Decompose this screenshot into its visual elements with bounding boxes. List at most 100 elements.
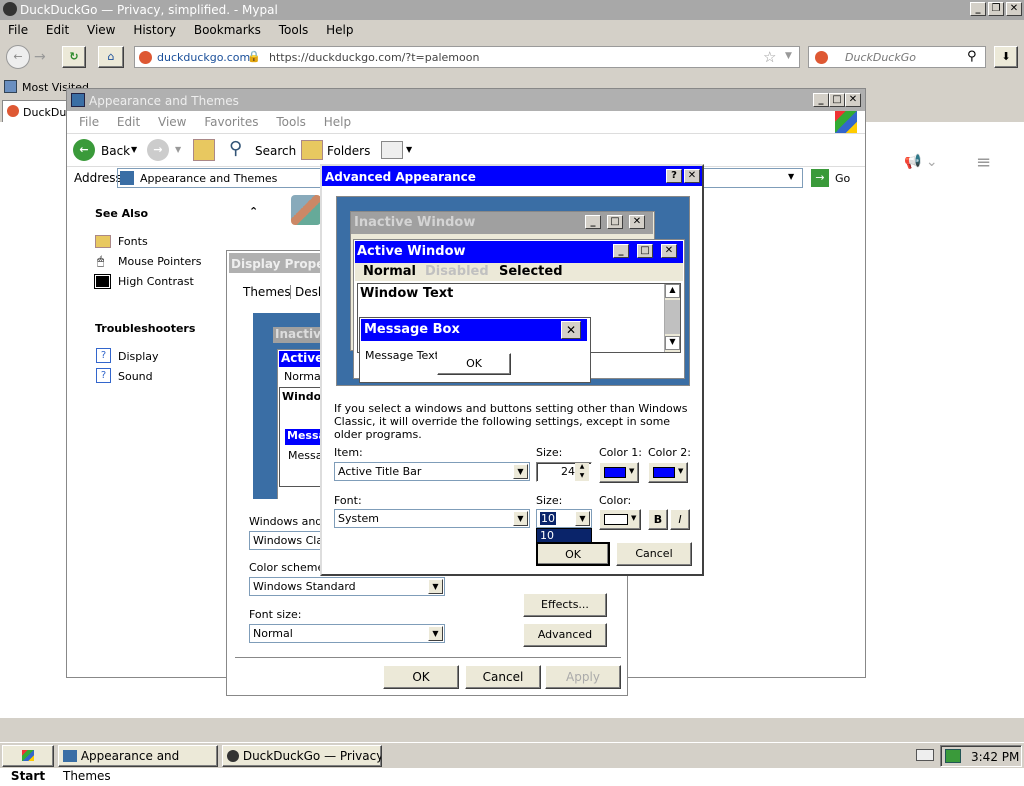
aa-close-button[interactable]: ✕ <box>684 169 700 183</box>
taskbar: Start Appearance and Themes DuckDuckGo —… <box>0 742 1024 783</box>
dp-cancel-label: Cancel <box>482 670 524 684</box>
hamburger-menu-icon[interactable]: ≡ <box>976 152 991 173</box>
cp-back-icon[interactable]: ← <box>73 139 95 161</box>
cp-menu-tools[interactable]: Tools <box>276 115 306 129</box>
url-dropdown-icon[interactable]: ▼ <box>785 51 792 61</box>
cp-address-dropdown-icon[interactable]: ▼ <box>788 172 794 181</box>
close-button[interactable]: ✕ <box>1006 2 1022 16</box>
preview-msg-ok-label: OK <box>466 357 482 370</box>
cp-menu-view[interactable]: View <box>158 115 186 129</box>
item-select[interactable]: Active Title Bar ▼ <box>334 462 530 481</box>
views-dropdown-icon[interactable]: ▼ <box>406 145 412 154</box>
aa-ok-button[interactable]: OK <box>536 542 610 566</box>
aa-help-button[interactable]: ? <box>666 169 682 183</box>
color-scheme-arrow-icon[interactable]: ▼ <box>428 579 443 594</box>
back-arrow-icon[interactable]: ← <box>6 45 30 69</box>
font-arrow-icon[interactable]: ▼ <box>513 511 528 526</box>
windows-logo-icon <box>835 111 857 133</box>
menu-bookmarks[interactable]: Bookmarks <box>194 23 261 37</box>
cp-menu-file[interactable]: File <box>79 115 99 129</box>
see-also-mouse-pointers[interactable]: Mouse Pointers <box>118 255 202 268</box>
bold-button[interactable]: B <box>648 509 668 530</box>
start-button[interactable]: Start <box>2 745 54 783</box>
dp-cancel-button[interactable]: Cancel <box>465 665 541 689</box>
trouble-sound[interactable]: Sound <box>118 370 153 383</box>
see-also-high-contrast[interactable]: High Contrast <box>118 275 194 288</box>
see-also-heading: See Also <box>95 207 149 220</box>
menu-file[interactable]: File <box>8 23 28 37</box>
go-arrow-icon[interactable]: → <box>811 169 829 187</box>
menu-view[interactable]: View <box>87 23 115 37</box>
preview-active-title: Active Window <box>357 244 466 259</box>
tab-themes[interactable]: Themes <box>243 285 291 299</box>
search-magnifier-icon[interactable]: ⚲ <box>229 138 242 159</box>
cp-folders-label[interactable]: Folders <box>327 144 370 158</box>
preview-menu-selected: Selected <box>499 264 563 279</box>
site-badge: duckduckgo.com <box>157 51 251 64</box>
item-arrow-icon[interactable]: ▼ <box>513 464 528 479</box>
cp-menu-help[interactable]: Help <box>324 115 351 129</box>
menu-help[interactable]: Help <box>326 23 353 37</box>
cp-menu-favorites[interactable]: Favorites <box>204 115 258 129</box>
cp-address-icon <box>120 171 134 185</box>
download-icon[interactable]: ⬇ <box>994 46 1018 68</box>
folders-icon[interactable] <box>301 140 323 160</box>
collapse-chevron-icon[interactable]: ⌃ <box>249 205 258 218</box>
menu-tools[interactable]: Tools <box>279 23 309 37</box>
task-duckduckgo[interactable]: DuckDuckGo — Privacy, ... <box>222 745 382 767</box>
url-bar[interactable]: duckduckgo.com 🔒 https://duckduckgo.com/… <box>134 46 800 68</box>
cp-back-dropdown-icon[interactable]: ▼ <box>131 145 137 154</box>
menu-history[interactable]: History <box>133 23 176 37</box>
task-appearance-themes[interactable]: Appearance and Themes <box>58 745 218 783</box>
cp-go-label[interactable]: Go <box>835 172 850 185</box>
trouble-display[interactable]: Display <box>118 350 159 363</box>
aa-title: Advanced Appearance <box>325 170 476 184</box>
font-size-select-aa[interactable]: 10 ▼ <box>536 509 592 528</box>
menu-edit[interactable]: Edit <box>46 23 69 37</box>
color-scheme-select[interactable]: Windows Standard ▼ <box>249 577 445 596</box>
font-size-select[interactable]: Normal ▼ <box>249 624 445 643</box>
italic-button[interactable]: I <box>670 509 690 530</box>
reload-icon[interactable]: ↻ <box>62 46 86 68</box>
cp-forward-icon[interactable]: → <box>147 139 169 161</box>
color1-button[interactable]: ▼ <box>599 462 639 483</box>
font-size-aa-arrow-icon[interactable]: ▼ <box>575 511 590 526</box>
search-bar[interactable]: DuckDuckGo ⚲ <box>808 46 986 68</box>
forward-arrow-icon[interactable]: → <box>34 49 46 65</box>
dp-apply-button[interactable]: Apply <box>545 665 621 689</box>
cp-maximize-button[interactable]: □ <box>829 93 845 107</box>
font-color-button[interactable]: ▼ <box>599 509 641 530</box>
home-icon[interactable]: ⌂ <box>98 46 124 68</box>
aa-cancel-button[interactable]: Cancel <box>616 542 692 566</box>
spin-down-icon[interactable]: ▼ <box>575 472 589 481</box>
cp-close-button[interactable]: ✕ <box>845 93 861 107</box>
font-size-option[interactable]: 10 <box>540 529 554 542</box>
preview-msgbox-title: Message Box <box>364 322 460 337</box>
megaphone-icon[interactable]: 📢 ⌄ <box>904 154 938 170</box>
cp-forward-dropdown-icon[interactable]: ▼ <box>175 145 181 154</box>
cp-search-label[interactable]: Search <box>255 144 296 158</box>
effects-button[interactable]: Effects... <box>523 593 607 617</box>
font-select[interactable]: System ▼ <box>334 509 530 528</box>
views-icon[interactable] <box>381 141 403 159</box>
up-folder-icon[interactable] <box>193 139 215 161</box>
size-spinner[interactable]: 24 ▲ ▼ <box>536 462 592 482</box>
see-also-fonts[interactable]: Fonts <box>118 235 148 248</box>
bookmark-star-icon[interactable]: ☆ <box>763 48 776 66</box>
italic-label: I <box>678 513 682 526</box>
color2-button[interactable]: ▼ <box>648 462 688 483</box>
cp-back-label[interactable]: Back <box>101 144 130 158</box>
search-icon[interactable]: ⚲ <box>967 49 977 64</box>
cp-menu-edit[interactable]: Edit <box>117 115 140 129</box>
maximize-button[interactable]: ❐ <box>988 2 1004 16</box>
keyboard-tray-icon[interactable] <box>916 749 934 761</box>
minimize-button[interactable]: _ <box>970 2 986 16</box>
spin-up-icon[interactable]: ▲ <box>575 463 589 472</box>
dp-ok-button[interactable]: OK <box>383 665 459 689</box>
font-size-arrow-icon[interactable]: ▼ <box>428 626 443 641</box>
preview-inactive-title: Inactive Window <box>354 215 476 230</box>
cp-minimize-button[interactable]: _ <box>813 93 829 107</box>
advanced-button[interactable]: Advanced <box>523 623 607 647</box>
network-tray-icon[interactable] <box>945 749 961 763</box>
windows-buttons-select[interactable]: Windows Clas <box>249 531 323 550</box>
